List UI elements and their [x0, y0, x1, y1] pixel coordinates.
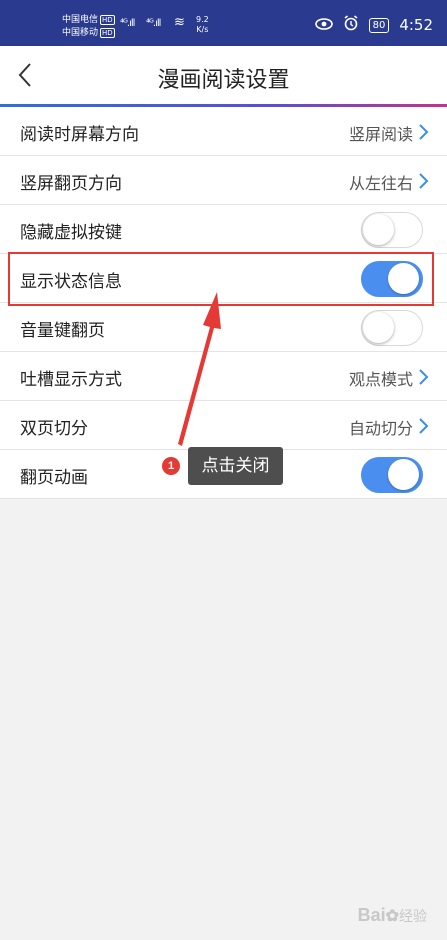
- setting-hide-virtual-keys: 隐藏虚拟按键: [0, 205, 447, 254]
- carrier-info: 中国电信 HD 中国移动 HD: [62, 14, 115, 40]
- setting-label: 吐槽显示方式: [20, 370, 122, 390]
- setting-label: 阅读时屏幕方向: [20, 125, 139, 145]
- signal-icon: ⁴ᴳ.ıll: [146, 18, 161, 29]
- setting-label: 隐藏虚拟按键: [20, 223, 122, 243]
- toggle-knob: [363, 214, 394, 245]
- hd-badge: HD: [100, 28, 115, 38]
- network-speed: 9.2 K/s: [196, 15, 209, 35]
- speed-unit: K/s: [196, 25, 209, 34]
- watermark-brand: Bai: [357, 905, 386, 925]
- carrier-1: 中国电信: [62, 15, 99, 25]
- setting-value: 从左往右: [348, 174, 413, 193]
- watermark-logo: Bai✿经验: [358, 905, 427, 926]
- setting-comment-display[interactable]: 吐槽显示方式 观点模式: [0, 352, 447, 401]
- toggle-knob: [388, 459, 419, 490]
- setting-value: 竖屏阅读: [348, 125, 413, 144]
- step-badge: 1: [162, 457, 180, 475]
- annotation-tooltip: 点击关闭: [188, 447, 283, 485]
- toggle-switch[interactable]: [361, 457, 423, 493]
- speed-value: 9.2: [196, 15, 209, 24]
- toggle-switch[interactable]: [361, 212, 423, 248]
- toggle-switch[interactable]: [361, 310, 423, 346]
- chevron-right-icon: [419, 418, 429, 434]
- clock: 4:52: [399, 16, 433, 34]
- chevron-right-icon: [419, 124, 429, 140]
- hd-badge: HD: [100, 15, 115, 25]
- status-right: 80 4:52: [314, 15, 433, 35]
- status-bar: 中国电信 HD 中国移动 HD ⁴ᴳ.ıll ⁴ᴳ.ıll ≋ 9.2 K/s 80…: [0, 0, 447, 46]
- setting-label: 音量键翻页: [20, 321, 105, 341]
- toggle-knob: [363, 312, 394, 343]
- setting-label: 双页切分: [20, 419, 88, 439]
- setting-label: 竖屏翻页方向: [20, 174, 122, 194]
- eye-icon: [314, 16, 333, 34]
- setting-volume-key-page: 音量键翻页: [0, 303, 447, 352]
- wifi-icon: ≋: [174, 15, 185, 30]
- chevron-right-icon: [419, 369, 429, 385]
- setting-value: 观点模式: [348, 370, 413, 389]
- alarm-icon: [343, 15, 359, 35]
- battery-icon: 80: [368, 17, 390, 33]
- highlight-box: [8, 252, 434, 306]
- watermark-suffix: 经验: [399, 908, 427, 924]
- paw-icon: ✿: [385, 908, 399, 925]
- setting-label: 翻页动画: [20, 468, 88, 488]
- setting-screen-orientation[interactable]: 阅读时屏幕方向 竖屏阅读: [0, 107, 447, 156]
- page-title: 漫画阅读设置: [157, 68, 290, 93]
- app-header: 漫画阅读设置: [0, 46, 447, 106]
- setting-value: 自动切分: [348, 419, 413, 438]
- signal-icon: ⁴ᴳ.ıll: [120, 18, 135, 29]
- setting-double-page-split[interactable]: 双页切分 自动切分: [0, 401, 447, 450]
- chevron-right-icon: [419, 173, 429, 189]
- carrier-2: 中国移动: [62, 28, 99, 38]
- setting-page-direction[interactable]: 竖屏翻页方向 从左往右: [0, 156, 447, 205]
